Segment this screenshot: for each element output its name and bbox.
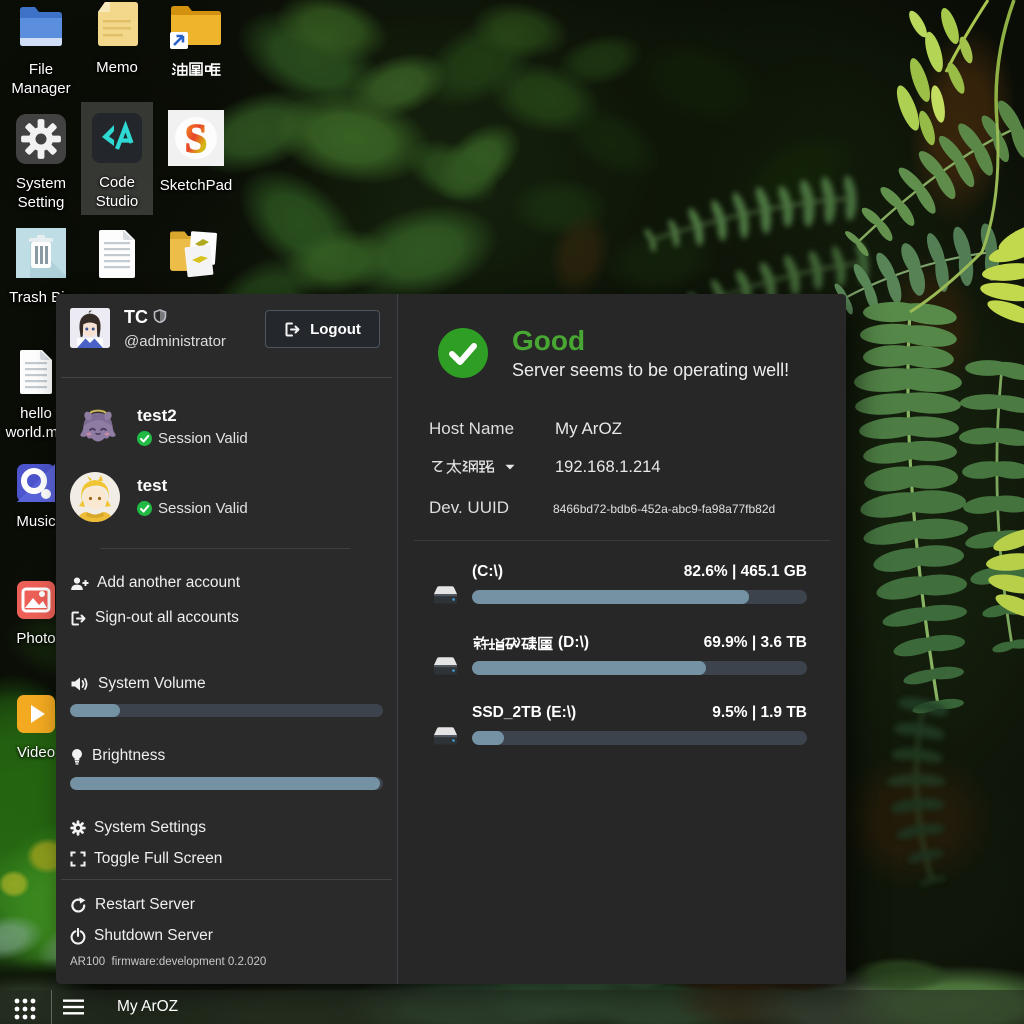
svg-text:S: S — [185, 115, 208, 161]
